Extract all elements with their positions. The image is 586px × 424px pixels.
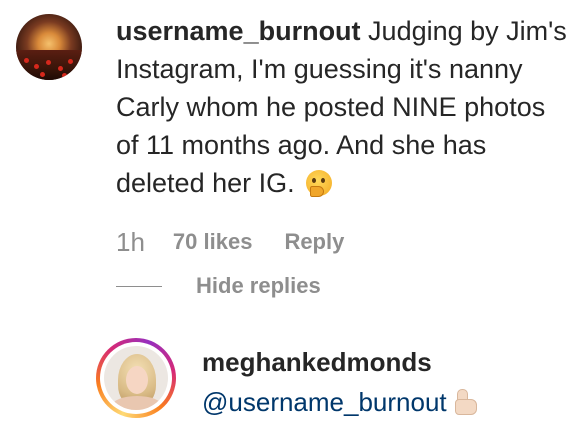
comment-username[interactable]: username_burnout xyxy=(116,16,361,46)
likes-count[interactable]: 70 likes xyxy=(173,229,253,255)
avatar-face xyxy=(126,366,148,394)
avatar-poppy xyxy=(68,59,73,64)
reply-avatar xyxy=(104,346,168,410)
comment-timestamp[interactable]: 1h xyxy=(116,227,145,258)
comment-meta: 1h 70 likes Reply xyxy=(116,224,344,260)
avatar-poppy xyxy=(62,73,67,78)
hide-replies-button[interactable]: Hide replies xyxy=(196,273,321,299)
reply-button[interactable]: Reply xyxy=(284,229,344,255)
thumbs-up-icon xyxy=(451,388,481,415)
avatar-poppy xyxy=(34,64,39,69)
commenter-avatar[interactable] xyxy=(16,14,82,80)
comment-body: username_burnout Judging by Jim's Instag… xyxy=(116,12,572,202)
avatar-shoulder xyxy=(112,396,162,410)
avatar-poppy xyxy=(40,72,45,77)
replies-divider xyxy=(116,285,162,287)
fist-shape xyxy=(454,399,477,415)
avatar-poppy xyxy=(58,66,63,71)
reply-avatar-frame xyxy=(100,342,172,414)
avatar-poppy xyxy=(46,60,51,65)
thinking-face-icon xyxy=(306,170,333,197)
reply-username[interactable]: meghankedmonds xyxy=(202,344,432,380)
reply-body: @username_burnout xyxy=(202,384,481,420)
avatar-poppy xyxy=(24,58,29,63)
reply-mention[interactable]: @username_burnout xyxy=(202,387,447,417)
hide-replies-toggle[interactable]: Hide replies xyxy=(116,270,321,302)
reply-avatar-story-ring[interactable] xyxy=(96,338,176,418)
